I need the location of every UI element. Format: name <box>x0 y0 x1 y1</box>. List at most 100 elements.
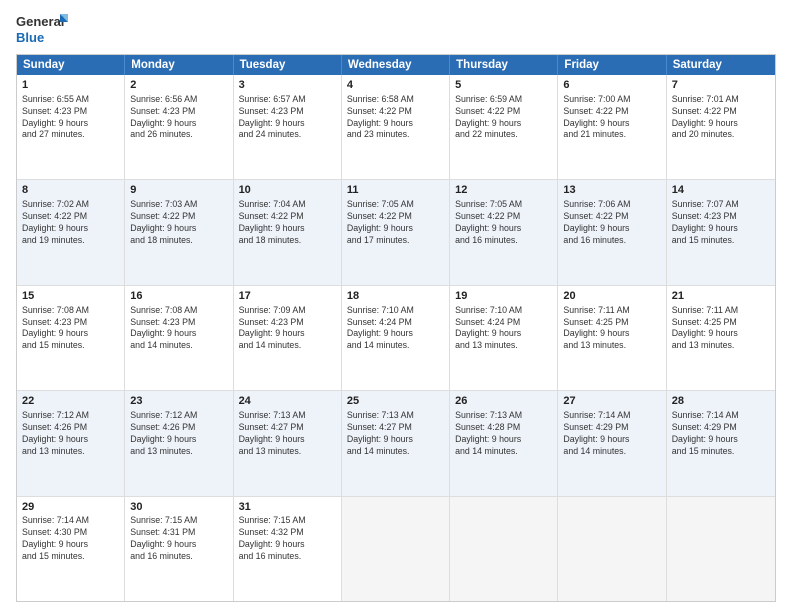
day-info: Sunrise: 7:02 AMSunset: 4:22 PMDaylight:… <box>22 199 119 247</box>
calendar-day: 23Sunrise: 7:12 AMSunset: 4:26 PMDayligh… <box>125 391 233 495</box>
logo-svg: General Blue <box>16 12 68 48</box>
calendar-day: 3Sunrise: 6:57 AMSunset: 4:23 PMDaylight… <box>234 75 342 179</box>
calendar-day: 10Sunrise: 7:04 AMSunset: 4:22 PMDayligh… <box>234 180 342 284</box>
day-info: Sunrise: 7:11 AMSunset: 4:25 PMDaylight:… <box>672 305 770 353</box>
day-number: 20 <box>563 289 660 304</box>
day-number: 13 <box>563 183 660 198</box>
day-number: 28 <box>672 394 770 409</box>
calendar-day: 9Sunrise: 7:03 AMSunset: 4:22 PMDaylight… <box>125 180 233 284</box>
calendar-day: 30Sunrise: 7:15 AMSunset: 4:31 PMDayligh… <box>125 497 233 601</box>
svg-text:General: General <box>16 14 64 29</box>
day-number: 5 <box>455 78 552 93</box>
page-container: General Blue SundayMondayTuesdayWednesda… <box>0 0 792 612</box>
day-number: 8 <box>22 183 119 198</box>
calendar-day: 4Sunrise: 6:58 AMSunset: 4:22 PMDaylight… <box>342 75 450 179</box>
calendar-day: 18Sunrise: 7:10 AMSunset: 4:24 PMDayligh… <box>342 286 450 390</box>
calendar-day: 27Sunrise: 7:14 AMSunset: 4:29 PMDayligh… <box>558 391 666 495</box>
weekday-header: Sunday <box>17 55 125 75</box>
day-info: Sunrise: 7:05 AMSunset: 4:22 PMDaylight:… <box>347 199 444 247</box>
calendar-row: 8Sunrise: 7:02 AMSunset: 4:22 PMDaylight… <box>17 179 775 284</box>
day-number: 21 <box>672 289 770 304</box>
day-info: Sunrise: 7:13 AMSunset: 4:28 PMDaylight:… <box>455 410 552 458</box>
calendar-day: 7Sunrise: 7:01 AMSunset: 4:22 PMDaylight… <box>667 75 775 179</box>
day-number: 1 <box>22 78 119 93</box>
calendar-body: 1Sunrise: 6:55 AMSunset: 4:23 PMDaylight… <box>17 75 775 601</box>
calendar-day: 11Sunrise: 7:05 AMSunset: 4:22 PMDayligh… <box>342 180 450 284</box>
day-info: Sunrise: 7:14 AMSunset: 4:29 PMDaylight:… <box>672 410 770 458</box>
day-info: Sunrise: 6:57 AMSunset: 4:23 PMDaylight:… <box>239 94 336 142</box>
calendar-day: 15Sunrise: 7:08 AMSunset: 4:23 PMDayligh… <box>17 286 125 390</box>
day-number: 9 <box>130 183 227 198</box>
day-info: Sunrise: 7:12 AMSunset: 4:26 PMDaylight:… <box>130 410 227 458</box>
calendar-day: 21Sunrise: 7:11 AMSunset: 4:25 PMDayligh… <box>667 286 775 390</box>
day-info: Sunrise: 7:12 AMSunset: 4:26 PMDaylight:… <box>22 410 119 458</box>
day-info: Sunrise: 7:06 AMSunset: 4:22 PMDaylight:… <box>563 199 660 247</box>
day-number: 16 <box>130 289 227 304</box>
calendar-row: 15 Sunrise: 7:08 AMSunset: 4:23 PMDayligh… <box>17 285 775 390</box>
day-info: Sunrise: 7:09 AMSunset: 4:23 PMDaylight:… <box>239 305 336 353</box>
weekday-header: Saturday <box>667 55 775 75</box>
calendar-day: 28Sunrise: 7:14 AMSunset: 4:29 PMDayligh… <box>667 391 775 495</box>
calendar-header: SundayMondayTuesdayWednesdayThursdayFrid… <box>17 55 775 75</box>
day-number: 4 <box>347 78 444 93</box>
calendar-empty-cell <box>342 497 450 601</box>
calendar-day: 25Sunrise: 7:13 AMSunset: 4:27 PMDayligh… <box>342 391 450 495</box>
calendar-day: 24Sunrise: 7:13 AMSunset: 4:27 PMDayligh… <box>234 391 342 495</box>
day-info: Sunrise: 7:15 AMSunset: 4:32 PMDaylight:… <box>239 515 336 563</box>
logo: General Blue <box>16 12 68 48</box>
calendar-empty-cell <box>558 497 666 601</box>
calendar-day: 12Sunrise: 7:05 AMSunset: 4:22 PMDayligh… <box>450 180 558 284</box>
calendar-day: 2Sunrise: 6:56 AMSunset: 4:23 PMDaylight… <box>125 75 233 179</box>
calendar-day: 8Sunrise: 7:02 AMSunset: 4:22 PMDaylight… <box>17 180 125 284</box>
calendar-empty-cell <box>667 497 775 601</box>
svg-text:Blue: Blue <box>16 30 44 45</box>
day-info: Sunrise: 7:14 AMSunset: 4:29 PMDaylight:… <box>563 410 660 458</box>
calendar-day: 1Sunrise: 6:55 AMSunset: 4:23 PMDaylight… <box>17 75 125 179</box>
day-info: Sunrise: 7:08 AMSunset: 4:23 PMDaylight:… <box>130 305 227 353</box>
day-info: Sunrise: 6:55 AMSunset: 4:23 PMDaylight:… <box>22 94 119 142</box>
day-number: 3 <box>239 78 336 93</box>
day-info: Sunrise: 7:13 AMSunset: 4:27 PMDaylight:… <box>239 410 336 458</box>
day-number: 6 <box>563 78 660 93</box>
calendar-day: 13Sunrise: 7:06 AMSunset: 4:22 PMDayligh… <box>558 180 666 284</box>
day-info: Sunrise: 7:00 AMSunset: 4:22 PMDaylight:… <box>563 94 660 142</box>
calendar-day: 22Sunrise: 7:12 AMSunset: 4:26 PMDayligh… <box>17 391 125 495</box>
day-info: Sunrise: 7:14 AMSunset: 4:30 PMDaylight:… <box>22 515 119 563</box>
day-info: Sunrise: 7:15 AMSunset: 4:31 PMDaylight:… <box>130 515 227 563</box>
day-number: 23 <box>130 394 227 409</box>
day-number: 12 <box>455 183 552 198</box>
calendar-row: 29Sunrise: 7:14 AMSunset: 4:30 PMDayligh… <box>17 496 775 601</box>
calendar-row: 1Sunrise: 6:55 AMSunset: 4:23 PMDaylight… <box>17 75 775 179</box>
calendar-day: 29Sunrise: 7:14 AMSunset: 4:30 PMDayligh… <box>17 497 125 601</box>
day-number: 2 <box>130 78 227 93</box>
calendar-day: 31Sunrise: 7:15 AMSunset: 4:32 PMDayligh… <box>234 497 342 601</box>
header: General Blue <box>16 12 776 48</box>
day-number: 30 <box>130 500 227 515</box>
calendar-day: 19Sunrise: 7:10 AMSunset: 4:24 PMDayligh… <box>450 286 558 390</box>
calendar: SundayMondayTuesdayWednesdayThursdayFrid… <box>16 54 776 602</box>
calendar-day: 17Sunrise: 7:09 AMSunset: 4:23 PMDayligh… <box>234 286 342 390</box>
day-number: 15 <box>22 289 119 304</box>
day-info: Sunrise: 7:10 AMSunset: 4:24 PMDaylight:… <box>347 305 444 353</box>
day-number: 18 <box>347 289 444 304</box>
day-info: Sunrise: 7:10 AMSunset: 4:24 PMDaylight:… <box>455 305 552 353</box>
day-info: Sunrise: 6:58 AMSunset: 4:22 PMDaylight:… <box>347 94 444 142</box>
day-info: Sunrise: 7:13 AMSunset: 4:27 PMDaylight:… <box>347 410 444 458</box>
day-info: Sunrise: 6:56 AMSunset: 4:23 PMDaylight:… <box>130 94 227 142</box>
calendar-day: 26Sunrise: 7:13 AMSunset: 4:28 PMDayligh… <box>450 391 558 495</box>
calendar-day: 20Sunrise: 7:11 AMSunset: 4:25 PMDayligh… <box>558 286 666 390</box>
day-number: 19 <box>455 289 552 304</box>
calendar-row: 22Sunrise: 7:12 AMSunset: 4:26 PMDayligh… <box>17 390 775 495</box>
weekday-header: Friday <box>558 55 666 75</box>
day-info: Sunrise: 6:59 AMSunset: 4:22 PMDaylight:… <box>455 94 552 142</box>
day-info: Sunrise: 7:05 AMSunset: 4:22 PMDaylight:… <box>455 199 552 247</box>
day-number: 22 <box>22 394 119 409</box>
day-number: 14 <box>672 183 770 198</box>
calendar-empty-cell <box>450 497 558 601</box>
weekday-header: Thursday <box>450 55 558 75</box>
calendar-day: 14Sunrise: 7:07 AMSunset: 4:23 PMDayligh… <box>667 180 775 284</box>
day-number: 10 <box>239 183 336 198</box>
day-number: 25 <box>347 394 444 409</box>
weekday-header: Monday <box>125 55 233 75</box>
day-number: 17 <box>239 289 336 304</box>
